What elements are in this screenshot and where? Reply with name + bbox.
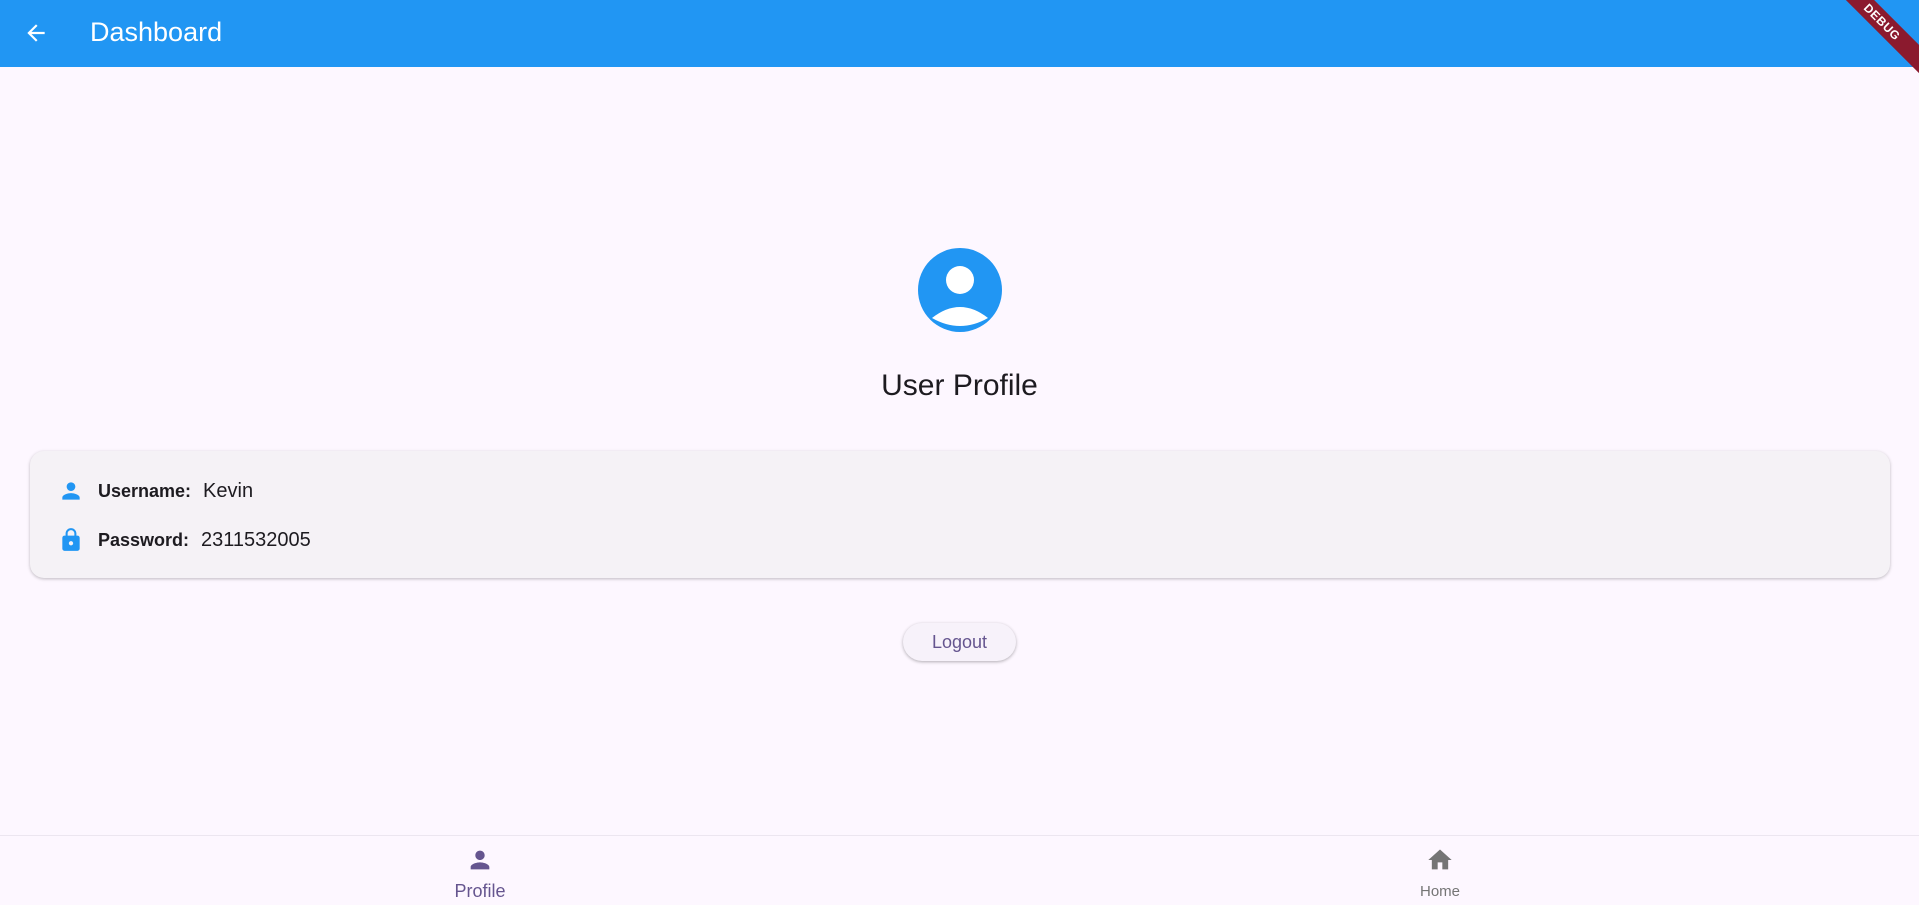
nav-item-home[interactable]: Home: [1380, 846, 1500, 900]
person-icon: [470, 850, 490, 870]
page-title: Dashboard: [90, 17, 223, 47]
username-label: Username:: [98, 480, 192, 501]
user-info-card: Username: Kevin Password: 2311532005: [30, 451, 1890, 578]
debug-banner: DEBUG: [1821, 0, 1919, 83]
username-row: Username: Kevin: [57, 477, 253, 505]
account-circle-icon: [918, 248, 1002, 332]
password-label: Password:: [98, 529, 190, 550]
bottom-navigation-bar: Profile Home: [0, 835, 1919, 905]
username-value: Kevin: [203, 479, 254, 502]
arrow-back-icon: [27, 24, 45, 42]
nav-item-label: Profile: [454, 881, 506, 901]
password-value: 2311532005: [201, 528, 311, 551]
person-icon: [57, 477, 85, 505]
back-button[interactable]: [14, 11, 58, 55]
lock-icon: [57, 526, 85, 554]
app-bar: Dashboard DEBUG: [0, 0, 1919, 83]
app-page: Dashboard DEBUG User Profile Username: K…: [0, 0, 1919, 905]
nav-item-label: Home: [1419, 883, 1460, 900]
password-row: Password: 2311532005: [57, 526, 311, 554]
profile-heading: User Profile: [881, 369, 1038, 402]
logout-button[interactable]: Logout: [903, 623, 1016, 661]
home-icon: [1428, 849, 1452, 870]
nav-item-profile[interactable]: Profile: [420, 846, 540, 902]
